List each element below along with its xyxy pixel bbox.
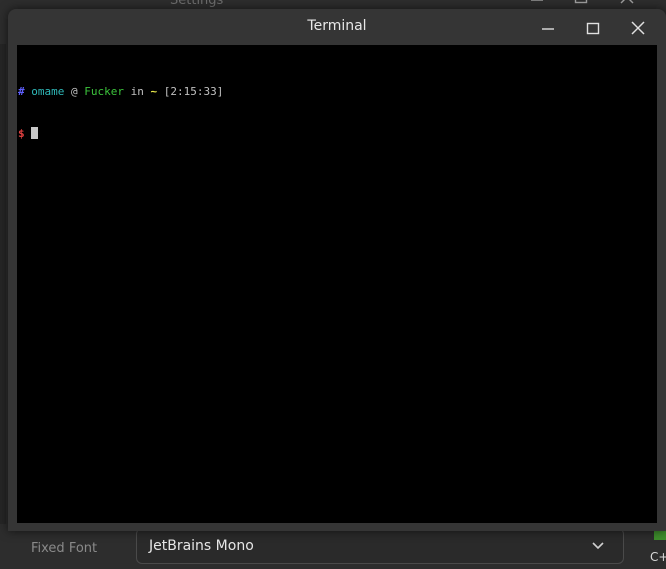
prompt-line: # omame @ Fucker in ~ [2:15:33] xyxy=(18,85,223,99)
maximize-icon[interactable] xyxy=(572,0,590,6)
terminal-maximize-button[interactable] xyxy=(582,17,604,39)
text-cursor xyxy=(31,127,39,139)
prompt-in: in xyxy=(130,85,144,98)
terminal-titlebar[interactable]: Terminal xyxy=(8,9,666,45)
fixed-font-value: JetBrains Mono xyxy=(149,538,254,554)
prompt-at: @ xyxy=(71,85,78,98)
terminal-close-button[interactable] xyxy=(627,17,649,39)
minimize-icon xyxy=(542,28,554,30)
prompt-user: omame xyxy=(31,85,65,98)
close-icon[interactable] xyxy=(618,0,636,6)
chevron-down-icon xyxy=(592,542,604,550)
prompt-dollar: $ xyxy=(18,127,25,140)
prompt-time: [2:15:33] xyxy=(163,85,224,98)
terminal-window: Terminal # omame @ Fucker in ~ [2:15:33]… xyxy=(8,9,666,531)
settings-sidebar-edge xyxy=(0,44,6,524)
terminal-lines: # omame @ Fucker in ~ [2:15:33] $ xyxy=(18,57,223,169)
prompt-hash: # xyxy=(18,85,25,98)
maximize-icon xyxy=(586,22,600,35)
input-line[interactable]: $ xyxy=(18,127,223,141)
fixed-font-label: Fixed Font xyxy=(31,541,98,556)
prompt-dir: ~ xyxy=(150,85,158,98)
minimize-icon[interactable] xyxy=(528,0,546,6)
accent-strip xyxy=(654,530,666,540)
close-icon xyxy=(631,21,645,35)
prompt-host: Fucker xyxy=(84,85,124,98)
fixed-font-select[interactable]: JetBrains Mono xyxy=(136,528,624,564)
terminal-output[interactable]: # omame @ Fucker in ~ [2:15:33] $ xyxy=(17,45,657,523)
terminal-title: Terminal xyxy=(307,18,367,34)
terminal-minimize-button[interactable] xyxy=(537,17,559,39)
settings-title: Settings xyxy=(170,0,224,8)
clipped-label: C+ xyxy=(650,550,666,564)
